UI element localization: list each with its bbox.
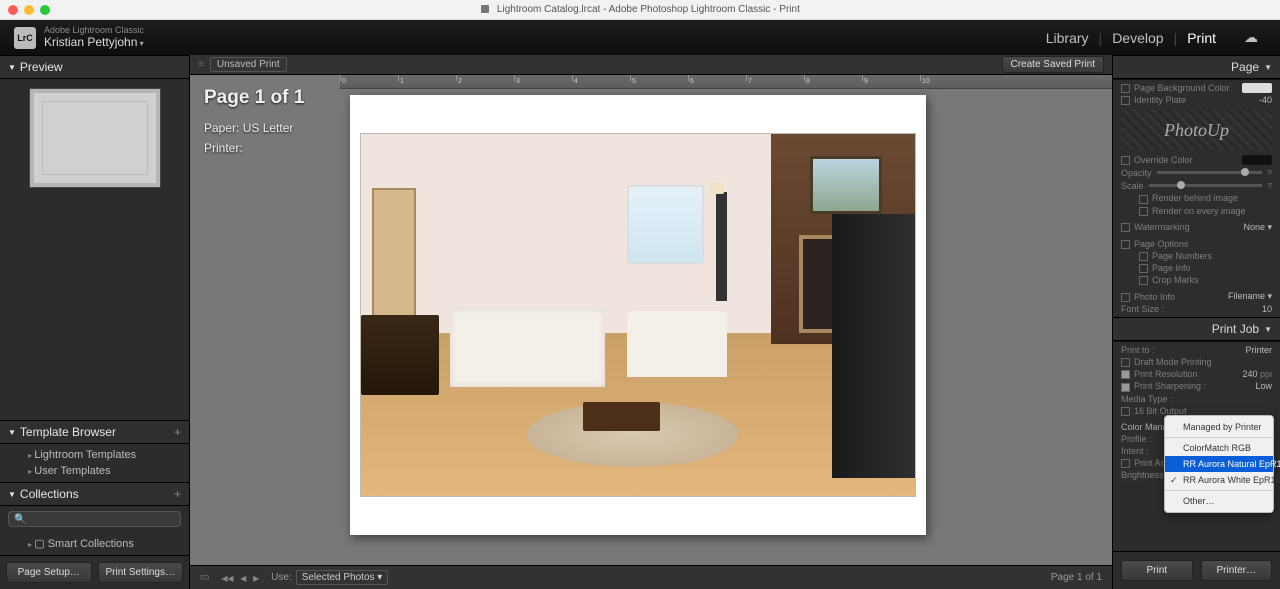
list-item[interactable]: User Templates	[0, 463, 189, 479]
preview-thumb-area	[0, 79, 189, 197]
preview-header[interactable]: ▼Preview	[0, 55, 189, 79]
left-bottom-bar: Page Setup… Print Settings…	[0, 555, 189, 589]
profile-option[interactable]: RR Aurora Natural EpR1800	[1165, 456, 1273, 472]
page-nav: ◂◂ ◂ ▸	[219, 571, 261, 585]
chevron-down-icon: ▼	[1264, 325, 1272, 334]
right-bottom-bar: Print Printer…	[1113, 551, 1280, 589]
use-selector[interactable]: Selected Photos ▾	[296, 570, 389, 585]
center-bottom-bar: ▭ ◂◂ ◂ ▸ Use: Selected Photos ▾ Page 1 o…	[190, 565, 1112, 589]
add-template-icon[interactable]: +	[174, 425, 181, 439]
main-area: ▼Preview ▼Template Browser+ Lightroom Te…	[0, 55, 1280, 589]
page-setup-button[interactable]: Page Setup…	[6, 562, 92, 583]
prev-page-icon[interactable]: ◂	[238, 571, 248, 585]
identity-block[interactable]: Adobe Lightroom Classic Kristian Pettyjo…	[44, 26, 144, 50]
bg-color-swatch[interactable]	[1242, 83, 1272, 93]
chevron-down-icon: ▼	[8, 428, 16, 437]
page-title: Page 1 of 1	[204, 87, 304, 109]
unsaved-print-label[interactable]: Unsaved Print	[210, 57, 287, 72]
profile-option[interactable]: Other…	[1165, 493, 1273, 509]
angle-value[interactable]: -40	[1259, 95, 1272, 105]
create-saved-print-button[interactable]: Create Saved Print	[1002, 56, 1105, 73]
chevron-down-icon: ▼	[8, 63, 16, 72]
profile-option[interactable]: Managed by Printer	[1165, 419, 1273, 435]
collections-header[interactable]: ▼Collections+	[0, 482, 189, 506]
use-control: Use: Selected Photos ▾	[271, 570, 388, 585]
printer-button[interactable]: Printer…	[1201, 560, 1273, 581]
ruler-horizontal: 012345678910	[340, 75, 1112, 89]
grip-icon: ≡	[198, 59, 204, 70]
resolution-input[interactable]: 240	[1242, 369, 1257, 379]
print-button[interactable]: Print	[1121, 560, 1193, 581]
page-section-header[interactable]: Page▼	[1113, 55, 1280, 79]
profile-option[interactable]: ColorMatch RGB	[1165, 440, 1273, 456]
first-page-icon[interactable]: ◂◂	[219, 571, 235, 585]
collections-tree: ▢ Smart Collections	[0, 532, 189, 555]
add-collection-icon[interactable]: +	[174, 487, 181, 501]
scale-slider[interactable]	[1149, 184, 1263, 187]
sharpening-select[interactable]: Low	[1255, 381, 1272, 391]
document-icon	[480, 4, 490, 14]
print-to-select[interactable]: Printer	[1245, 345, 1272, 355]
center-top-bar: ≡ Unsaved Print Create Saved Print	[190, 55, 1112, 75]
preview-thumb[interactable]	[30, 89, 160, 187]
opacity-slider[interactable]	[1157, 171, 1263, 174]
chevron-down-icon: ▼	[1264, 63, 1272, 72]
module-library[interactable]: Library	[1038, 30, 1097, 46]
window-title: Lightroom Catalog.lrcat - Adobe Photosho…	[0, 4, 1280, 15]
page-counter: Page 1 of 1	[1051, 572, 1102, 583]
use-label: Use:	[271, 572, 292, 583]
module-bar: LrC Adobe Lightroom Classic Kristian Pet…	[0, 20, 1280, 55]
right-panel: Page▼ Page Background Color Identity Pla…	[1112, 55, 1280, 589]
user-name: Kristian Pettyjohn	[44, 35, 144, 49]
photo-info-select[interactable]: Filename ▾	[1228, 291, 1272, 302]
template-browser-header[interactable]: ▼Template Browser+	[0, 420, 189, 444]
product-name: Adobe Lightroom Classic	[44, 26, 144, 36]
print-page[interactable]	[350, 95, 926, 535]
identity-plate-preview[interactable]: PhotoUp	[1121, 110, 1272, 150]
module-develop[interactable]: Develop	[1104, 30, 1171, 46]
center-panel: ≡ Unsaved Print Create Saved Print 01234…	[190, 55, 1112, 589]
paper-label: Paper: US Letter	[204, 121, 304, 135]
list-item[interactable]: Lightroom Templates	[0, 447, 189, 463]
print-job-header[interactable]: Print Job▼	[1113, 317, 1280, 341]
app-badge: LrC	[14, 27, 36, 49]
printer-label: Printer:	[204, 141, 304, 155]
list-item[interactable]: ▢ Smart Collections	[0, 535, 189, 552]
print-canvas[interactable]: 012345678910 Page 1 of 1 Paper: US Lette…	[190, 75, 1112, 565]
profile-dropdown[interactable]: Managed by PrinterColorMatch RGBRR Auror…	[1164, 415, 1274, 513]
chevron-down-icon[interactable]: ▿	[1267, 180, 1272, 191]
template-tree: Lightroom Templates User Templates	[0, 444, 189, 482]
mac-titlebar: Lightroom Catalog.lrcat - Adobe Photosho…	[0, 0, 1280, 20]
font-size-input[interactable]: 10	[1262, 304, 1272, 314]
chevron-down-icon[interactable]: ▿	[1267, 167, 1272, 178]
app-root: Lightroom Catalog.lrcat - Adobe Photosho…	[0, 0, 1280, 589]
photo-cell[interactable]	[360, 133, 916, 497]
next-page-icon[interactable]: ▸	[251, 571, 261, 585]
page-info-overlay: Page 1 of 1 Paper: US Letter Printer:	[204, 87, 304, 161]
cloud-sync-icon[interactable]: ☁	[1236, 29, 1266, 46]
override-color-swatch[interactable]	[1242, 155, 1272, 165]
print-settings-button[interactable]: Print Settings…	[98, 562, 184, 583]
collections-search[interactable]: 🔍	[8, 511, 181, 527]
grid-size-icon[interactable]: ▭	[200, 572, 209, 583]
module-picker: Library| Develop| Print ☁	[1038, 29, 1266, 46]
watermark-select[interactable]: None ▾	[1243, 222, 1272, 233]
left-panel: ▼Preview ▼Template Browser+ Lightroom Te…	[0, 55, 190, 589]
chevron-down-icon: ▼	[8, 490, 16, 499]
profile-option[interactable]: RR Aurora White EpR1800	[1165, 472, 1273, 488]
module-print[interactable]: Print	[1179, 30, 1224, 46]
